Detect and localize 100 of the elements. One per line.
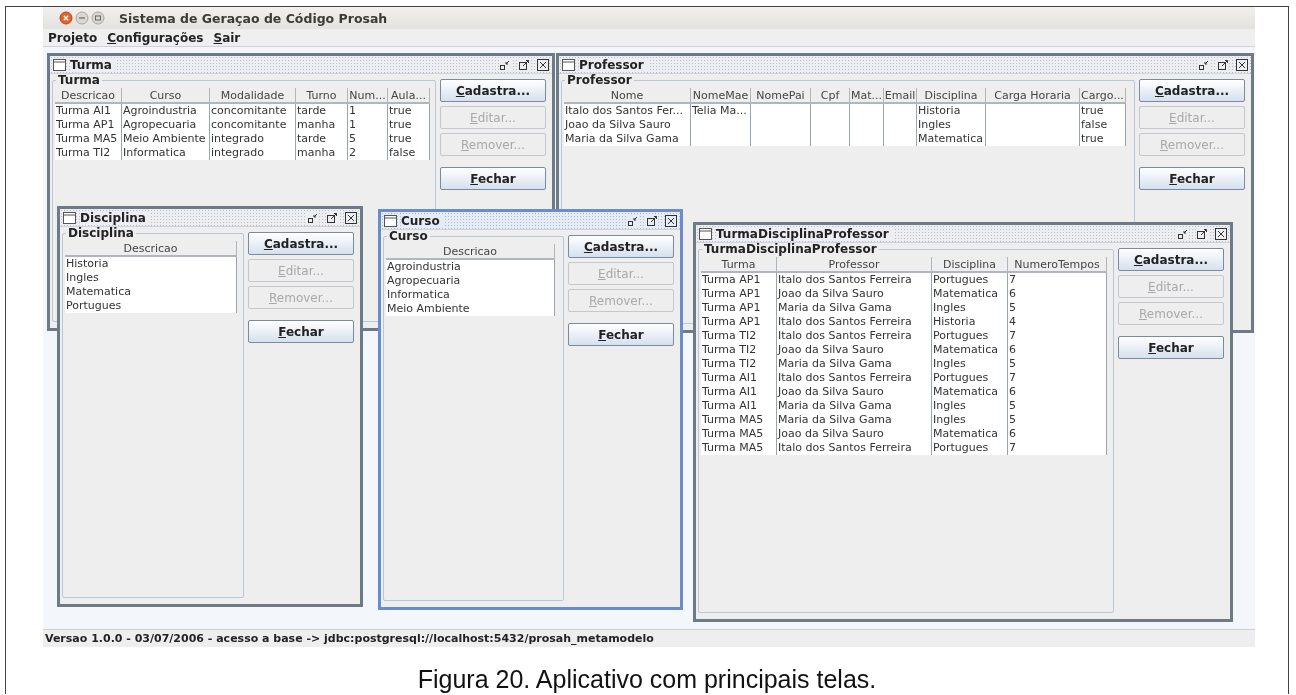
- table-cell: Joao da Silva Sauro: [564, 118, 691, 132]
- table-cell: tarde: [296, 132, 348, 146]
- column-header[interactable]: NumeroTempos: [1008, 257, 1107, 273]
- table-cell: 7: [1008, 371, 1107, 385]
- group-title: Disciplina: [67, 227, 135, 240]
- column-header[interactable]: Turma: [701, 257, 777, 273]
- action-button[interactable]: Cadastra...: [248, 232, 354, 255]
- close-icon[interactable]: [345, 211, 357, 224]
- table-cell: Italo dos Santos Fer...: [564, 104, 691, 118]
- table-cell: Turma AP1: [701, 287, 777, 301]
- table-cell: Matematica: [917, 132, 986, 146]
- table-cell: Matematica: [65, 285, 237, 299]
- app-title: Sistema de Geraçao de Código Prosah: [119, 10, 388, 26]
- column-header[interactable]: Disciplina: [917, 88, 986, 104]
- table-cell: 7: [1008, 273, 1107, 287]
- menu-item[interactable]: Configurações: [107, 30, 204, 45]
- column-header[interactable]: Nome: [564, 88, 691, 104]
- table-cell: 7: [1008, 441, 1107, 455]
- menu-item[interactable]: Projeto: [48, 30, 98, 45]
- table-cell: Joao da Silva Sauro: [777, 385, 932, 399]
- column-header[interactable]: Modalidade: [210, 88, 296, 104]
- column-header[interactable]: Disciplina: [932, 257, 1008, 273]
- minimize-icon[interactable]: [307, 211, 319, 224]
- table-cell: concomitante: [210, 118, 296, 132]
- maximize-icon[interactable]: [518, 58, 530, 71]
- table-cell: Turma MA5: [701, 427, 777, 441]
- close-icon[interactable]: [537, 58, 549, 71]
- minimize-icon[interactable]: [499, 58, 511, 71]
- table-cell: Historia: [932, 315, 1008, 329]
- column-header[interactable]: Carga Horaria: [986, 88, 1080, 104]
- minimize-icon[interactable]: [1177, 227, 1189, 240]
- action-button[interactable]: Cadastra...: [1118, 248, 1224, 271]
- table-cell: Agropecuaria: [386, 274, 555, 288]
- maximize-icon[interactable]: [326, 211, 338, 224]
- column-header[interactable]: Cpf: [811, 88, 850, 104]
- action-button[interactable]: Fechar: [1118, 336, 1224, 359]
- table-cell: Turma TI2: [701, 357, 777, 371]
- table-cell: Turma MA5: [701, 441, 777, 455]
- table-cell: Ingles: [917, 118, 986, 132]
- table-cell: Ingles: [932, 413, 1008, 427]
- action-button[interactable]: Fechar: [440, 167, 546, 190]
- table-cell: Agroindustria: [122, 104, 210, 118]
- column-header[interactable]: Aula...: [388, 88, 430, 104]
- column-header[interactable]: Professor: [777, 257, 932, 273]
- column-header[interactable]: Cargo...: [1080, 88, 1126, 104]
- table-cell: manha: [296, 118, 348, 132]
- table-cell: 4: [1008, 315, 1107, 329]
- table-cell: [751, 132, 811, 146]
- action-button[interactable]: Fechar: [248, 320, 354, 343]
- table-cell: Joao da Silva Sauro: [777, 287, 932, 301]
- column-header[interactable]: Email: [884, 88, 917, 104]
- table-cell: Turma AI1: [55, 104, 122, 118]
- close-icon[interactable]: [1236, 58, 1248, 71]
- action-button[interactable]: Fechar: [568, 323, 674, 346]
- minimize-icon[interactable]: [1198, 58, 1210, 71]
- column-header[interactable]: Turno: [296, 88, 348, 104]
- table-cell: Informatica: [386, 288, 555, 302]
- column-header[interactable]: Curso: [122, 88, 210, 104]
- column-header[interactable]: Descricao: [65, 241, 237, 257]
- close-icon[interactable]: [1215, 227, 1227, 240]
- window-controls-icon[interactable]: [59, 11, 105, 25]
- minimize-icon[interactable]: [627, 214, 639, 227]
- table-cell: true: [388, 132, 430, 146]
- table-cell: true: [1080, 104, 1126, 118]
- maximize-icon[interactable]: [646, 214, 658, 227]
- table-cell: Joao da Silva Sauro: [777, 427, 932, 441]
- table-cell: Agropecuaria: [122, 118, 210, 132]
- table-cell: Maria da Silva Gama: [777, 301, 932, 315]
- table-cell: [811, 132, 850, 146]
- table-cell: Meio Ambiente: [122, 132, 210, 146]
- action-button[interactable]: Fechar: [1139, 167, 1245, 190]
- column-header[interactable]: NomeMae: [691, 88, 751, 104]
- table-cell: Turma AP1: [701, 273, 777, 287]
- maximize-icon[interactable]: [1217, 58, 1229, 71]
- table-cell: concomitante: [210, 104, 296, 118]
- column-header[interactable]: Mat...: [850, 88, 884, 104]
- window-title: TurmaDisciplinaProfessor: [716, 226, 893, 241]
- column-header[interactable]: Num...: [348, 88, 388, 104]
- table-cell: 2: [348, 146, 388, 160]
- action-button[interactable]: Cadastra...: [440, 79, 546, 102]
- action-button[interactable]: Cadastra...: [1139, 79, 1245, 102]
- table-cell: 5: [348, 132, 388, 146]
- close-icon[interactable]: [665, 214, 677, 227]
- table-cell: Turma AI1: [701, 399, 777, 413]
- table-cell: Maria da Silva Gama: [777, 399, 932, 413]
- menu-item[interactable]: Sair: [213, 30, 241, 45]
- maximize-icon[interactable]: [1196, 227, 1208, 240]
- table-cell: Portugues: [932, 371, 1008, 385]
- column-header[interactable]: Descricao: [386, 244, 555, 260]
- table-cell: Maria da Silva Gama: [777, 357, 932, 371]
- table-cell: [850, 132, 884, 146]
- table-cell: Informatica: [122, 146, 210, 160]
- table-cell: true: [388, 104, 430, 118]
- column-header[interactable]: NomePai: [751, 88, 811, 104]
- figure-caption: Figura 20. Aplicativo com principais telas.: [417, 665, 877, 694]
- column-header[interactable]: Descricao: [55, 88, 122, 104]
- window-title: Disciplina: [80, 210, 150, 225]
- table-cell: Italo dos Santos Ferreira: [777, 273, 932, 287]
- action-button[interactable]: Cadastra...: [568, 235, 674, 258]
- table-cell: [811, 104, 850, 118]
